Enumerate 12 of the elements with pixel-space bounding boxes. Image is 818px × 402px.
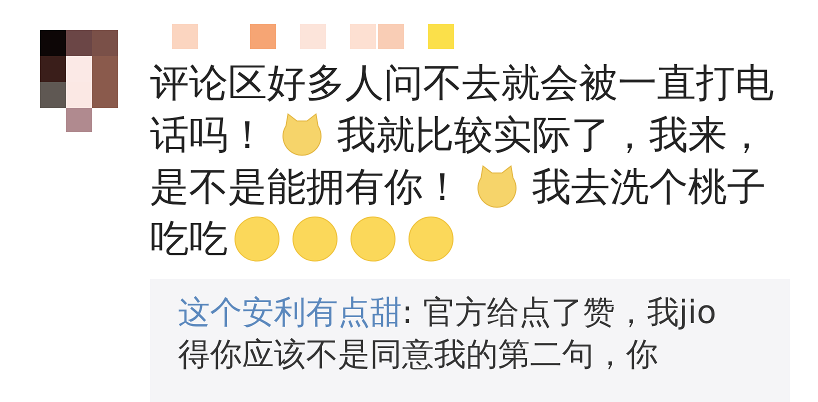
emoji-icon — [350, 216, 396, 262]
emoji-icon — [234, 216, 280, 262]
reply-text: 这个安利有点甜: 官方给点了赞，我jio得你应该不是同意我的第二句，你 — [178, 292, 718, 375]
emoji-icon — [408, 216, 454, 262]
comment-text: 评论区好多人问不去就会被一直打电 — [150, 60, 774, 108]
emoji-icon — [292, 216, 338, 262]
comment-text: 话吗！ — [150, 112, 267, 160]
comment-text: 我就比较实际了，我来， — [337, 112, 766, 160]
comment-text: 吃吃 — [150, 216, 228, 264]
comment-text: 我去洗个桃子 — [532, 164, 766, 212]
reply-author-link[interactable]: 这个安利有点甜 — [178, 293, 402, 331]
comment-text: 是不是能拥有你！ — [150, 164, 462, 212]
